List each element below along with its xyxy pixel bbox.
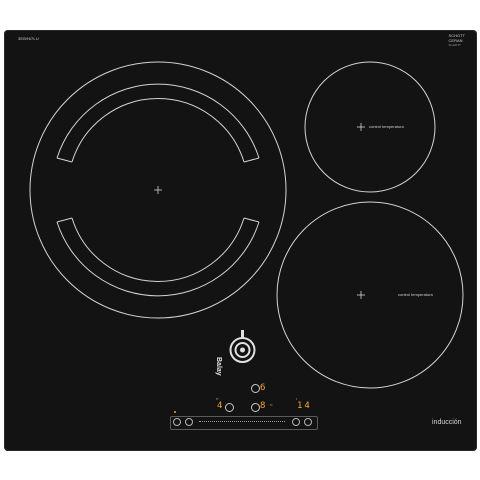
small-zone-center-cross (357, 123, 365, 131)
timer-indicator: ▪ (296, 397, 298, 401)
large-zone-inner-ring-top (71, 98, 245, 163)
zone-c-level-display: 8 (260, 401, 266, 411)
zone-c-mode-indicator: ▪▪ (270, 403, 273, 407)
brand-name: Balay (215, 357, 222, 376)
medium-zone-temp-label: control temperatura (398, 292, 433, 297)
zone-a-level-display: 4 (217, 401, 223, 411)
large-zone-inner-ring-bottom (71, 217, 245, 282)
glass-brand-sub: SCHOTT (448, 43, 461, 47)
power-level-slider[interactable] (199, 420, 285, 424)
lock-button[interactable] (185, 418, 193, 426)
power-button[interactable] (173, 418, 181, 426)
large-zone-center-cross (154, 186, 162, 194)
boost-button[interactable] (292, 418, 300, 426)
zone-select-icon-a[interactable] (225, 403, 234, 412)
model-code: 3EB967LU (18, 36, 39, 41)
status-led (174, 411, 176, 413)
cooking-zones-graphic (29, 61, 464, 389)
large-zone-middle-ring-bottom (56, 221, 260, 297)
small-zone-temp-label: control temperatura (369, 124, 404, 129)
induction-hob-glass: 3EB967LU SCHOTT CERAN SCHOTT control tem… (4, 30, 477, 451)
induction-label: inducción (432, 419, 462, 426)
glass-brand-mark: SCHOTT CERAN SCHOTT (448, 33, 465, 48)
large-zone-middle-ring-top (56, 83, 260, 159)
medium-zone-center-cross (357, 291, 365, 299)
timer-display: 14 (297, 401, 312, 411)
timer-button[interactable] (304, 418, 312, 426)
balay-logo-icon (229, 330, 256, 363)
medium-zone-ring (276, 201, 464, 389)
zone-select-icon-b[interactable] (251, 384, 260, 393)
zone-select-icon-c[interactable] (251, 403, 260, 412)
zone-b-level-display: 6 (260, 383, 266, 393)
